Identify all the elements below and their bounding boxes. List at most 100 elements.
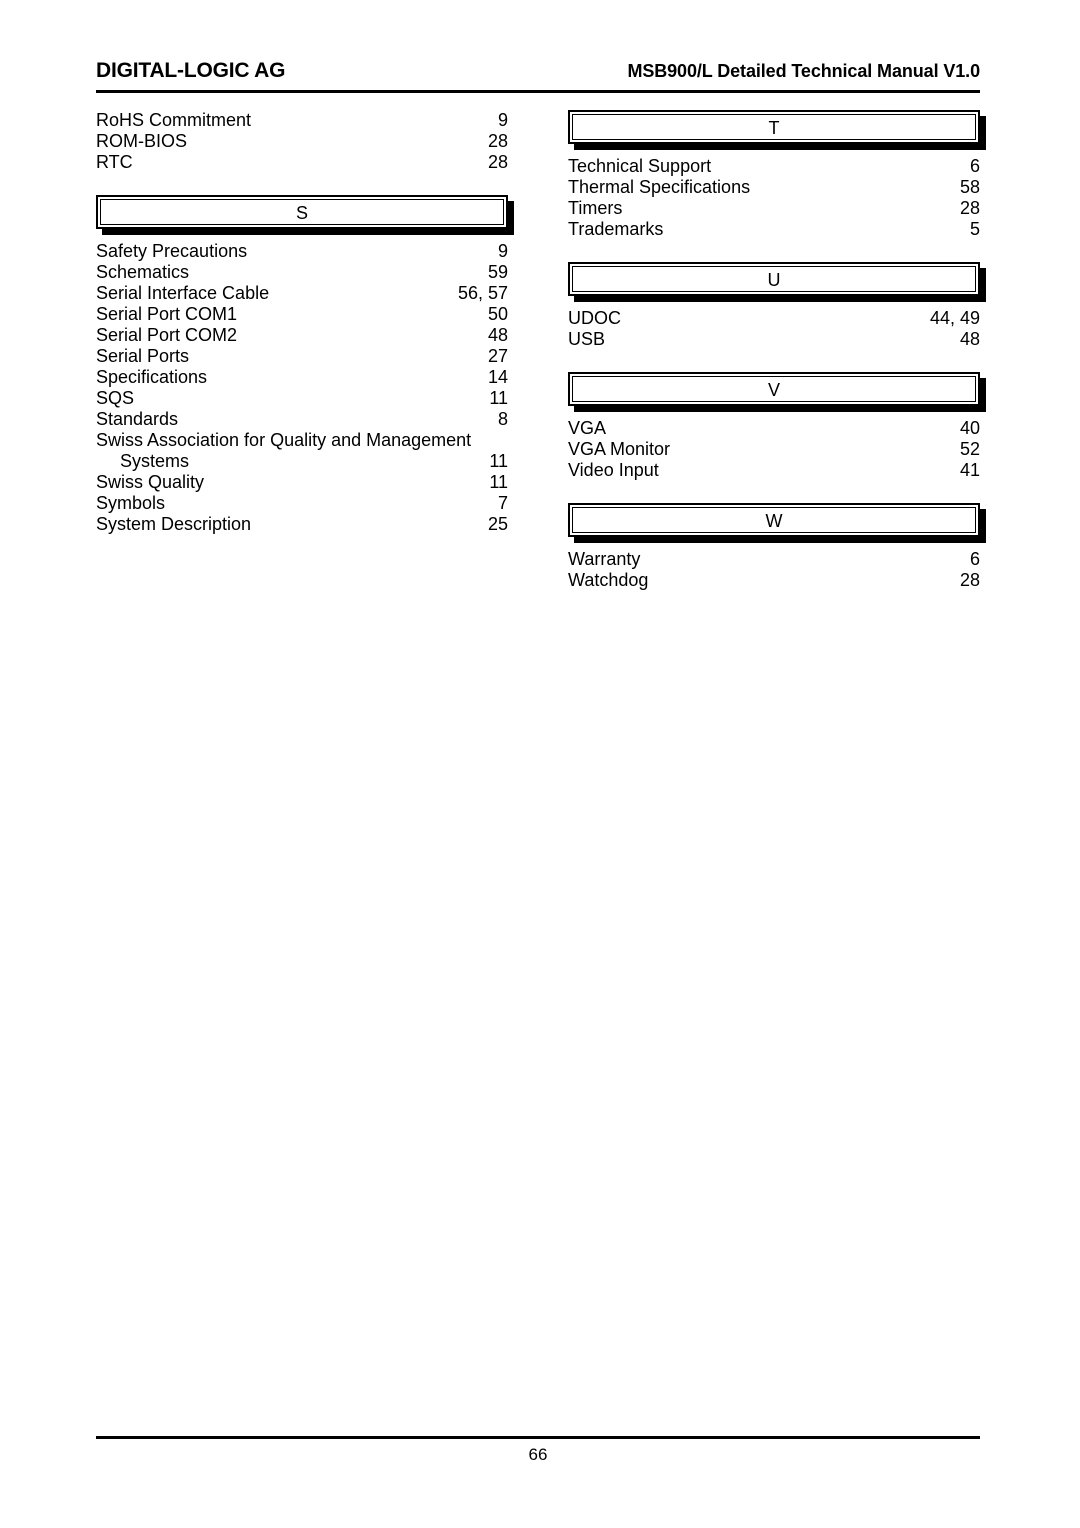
index-entry[interactable]: Swiss Quality 11: [96, 472, 508, 493]
index-entry-term: ROM-BIOS: [96, 131, 188, 151]
letter-section-header: S: [96, 195, 514, 235]
index-entry-term: Symbols: [96, 493, 166, 513]
index-entry[interactable]: Timers 28: [568, 198, 980, 219]
index-entry-term: Systems: [120, 451, 190, 471]
index-entry-term: Safety Precautions: [96, 241, 248, 261]
index-entry-term: Technical Support: [568, 156, 712, 176]
index-entry[interactable]: ROM-BIOS 28: [96, 131, 508, 152]
index-entry[interactable]: Swiss Association for Quality and Manage…: [96, 430, 508, 451]
index-entry-term: Serial Ports: [96, 346, 190, 366]
index-entry-group: UDOC 44, 49 USB 48: [568, 308, 980, 350]
index-entry-term: Watchdog: [568, 570, 649, 590]
index-entry-term: Warranty: [568, 549, 641, 569]
index-entry[interactable]: Watchdog 28: [568, 570, 980, 591]
index-entry[interactable]: Trademarks 5: [568, 219, 980, 240]
letter-box-outer-border: V: [568, 372, 980, 406]
footer-rule: [96, 1436, 980, 1439]
page-header: DIGITAL-LOGIC AG MSB900/L Detailed Techn…: [96, 58, 980, 92]
index-entry-pages: 40: [959, 418, 980, 438]
index-entry-term: Standards: [96, 409, 179, 429]
index-entry-group: Technical Support 6 Thermal Specifications…: [568, 156, 980, 240]
index-entry[interactable]: Schematics 59: [96, 262, 508, 283]
index-entry-term: UDOC: [568, 308, 621, 328]
index-entry-term: RTC: [96, 152, 133, 172]
index-entry-term: SQS: [96, 388, 135, 408]
index-column-left: RoHS Commitment 9 ROM-BIOS 28 RTC 28 S Safety P…: [96, 110, 516, 535]
letter-section-header: U: [568, 262, 986, 302]
manual-title: MSB900/L Detailed Technical Manual V1.0: [627, 61, 980, 81]
index-entry-pages: 11: [489, 388, 508, 408]
index-entry[interactable]: Serial Port COM1 50: [96, 304, 508, 325]
index-entry-pages: 58: [959, 177, 980, 197]
index-entry[interactable]: Technical Support 6: [568, 156, 980, 177]
index-entry-pages: 5: [969, 219, 980, 239]
index-entry-pages: 50: [487, 304, 508, 324]
index-entry-pages: 44, 49: [929, 308, 980, 328]
index-entry-pages: 28: [959, 570, 980, 590]
index-entry-pages: 25: [487, 514, 508, 534]
index-entry-term: Serial Port COM1: [96, 304, 238, 324]
index-entry[interactable]: SQS 11: [96, 388, 508, 409]
index-entry[interactable]: System Description 25: [96, 514, 508, 535]
index-entry-group: Safety Precautions 9 Schematics 59 Serial In…: [96, 241, 508, 535]
index-entry-group: VGA 40 VGA Monitor 52 Video Input 41: [568, 418, 980, 481]
index-entry-term: System Description: [96, 514, 252, 534]
index-entry-pages: 9: [497, 110, 508, 130]
index-entry-pages: 52: [959, 439, 980, 459]
index-entry[interactable]: Symbols 7: [96, 493, 508, 514]
index-entry-term: Video Input: [568, 460, 659, 480]
letter-box-outer-border: S: [96, 195, 508, 229]
index-entry[interactable]: RTC 28: [96, 152, 508, 173]
index-entry-term: Swiss Quality: [96, 472, 205, 492]
index-entry[interactable]: USB 48: [568, 329, 980, 350]
index-entry[interactable]: Video Input 41: [568, 460, 980, 481]
index-entry-pages: 11: [489, 451, 508, 471]
letter-label: V: [572, 376, 976, 402]
index-entry-term: Serial Interface Cable: [96, 283, 270, 303]
index-entry[interactable]: RoHS Commitment 9: [96, 110, 508, 131]
index-entry-term: Specifications: [96, 367, 208, 387]
index-entry-pages: 59: [487, 262, 508, 282]
index-entry-term: Serial Port COM2: [96, 325, 238, 345]
index-page: DIGITAL-LOGIC AG MSB900/L Detailed Techn…: [0, 0, 1080, 1528]
index-entry-pages: 6: [969, 156, 980, 176]
index-entry-pages: 56, 57: [457, 283, 508, 303]
index-entry-pages: 28: [487, 131, 508, 151]
letter-label: W: [572, 507, 976, 533]
index-entry-term: VGA Monitor: [568, 439, 671, 459]
index-entry[interactable]: UDOC 44, 49: [568, 308, 980, 329]
letter-label: T: [572, 114, 976, 140]
index-entry-pages: 8: [497, 409, 508, 429]
index-entry-pages: 11: [489, 472, 508, 492]
index-entry-pages: 48: [487, 325, 508, 345]
index-entry-term: Schematics: [96, 262, 190, 282]
letter-box-outer-border: T: [568, 110, 980, 144]
index-entry-term: Swiss Association for Quality and Manage…: [96, 430, 472, 450]
index-entry[interactable]: Serial Port COM2 48: [96, 325, 508, 346]
index-entry-term: USB: [568, 329, 606, 349]
index-entry[interactable]: VGA Monitor 52: [568, 439, 980, 460]
index-entry-pages: 41: [959, 460, 980, 480]
letter-section-header: W: [568, 503, 986, 543]
index-entry[interactable]: VGA 40: [568, 418, 980, 439]
index-entry[interactable]: Serial Interface Cable 56, 57: [96, 283, 508, 304]
index-entry[interactable]: Warranty 6: [568, 549, 980, 570]
letter-box-outer-border: U: [568, 262, 980, 296]
index-entry-pages: 9: [497, 241, 508, 261]
index-entry-term: VGA: [568, 418, 607, 438]
index-entry[interactable]: Specifications 14: [96, 367, 508, 388]
index-entry[interactable]: Safety Precautions 9: [96, 241, 508, 262]
index-entry-group: Warranty 6 Watchdog 28: [568, 549, 980, 591]
letter-section-header: V: [568, 372, 986, 412]
index-entry[interactable]: Standards 8: [96, 409, 508, 430]
index-entry[interactable]: Serial Ports 27: [96, 346, 508, 367]
index-entry[interactable]: Systems 11: [96, 451, 508, 472]
index-entry-pages: 28: [487, 152, 508, 172]
letter-section-header: T: [568, 110, 986, 150]
index-entry[interactable]: Thermal Specifications 58: [568, 177, 980, 198]
letter-label: S: [100, 199, 504, 225]
